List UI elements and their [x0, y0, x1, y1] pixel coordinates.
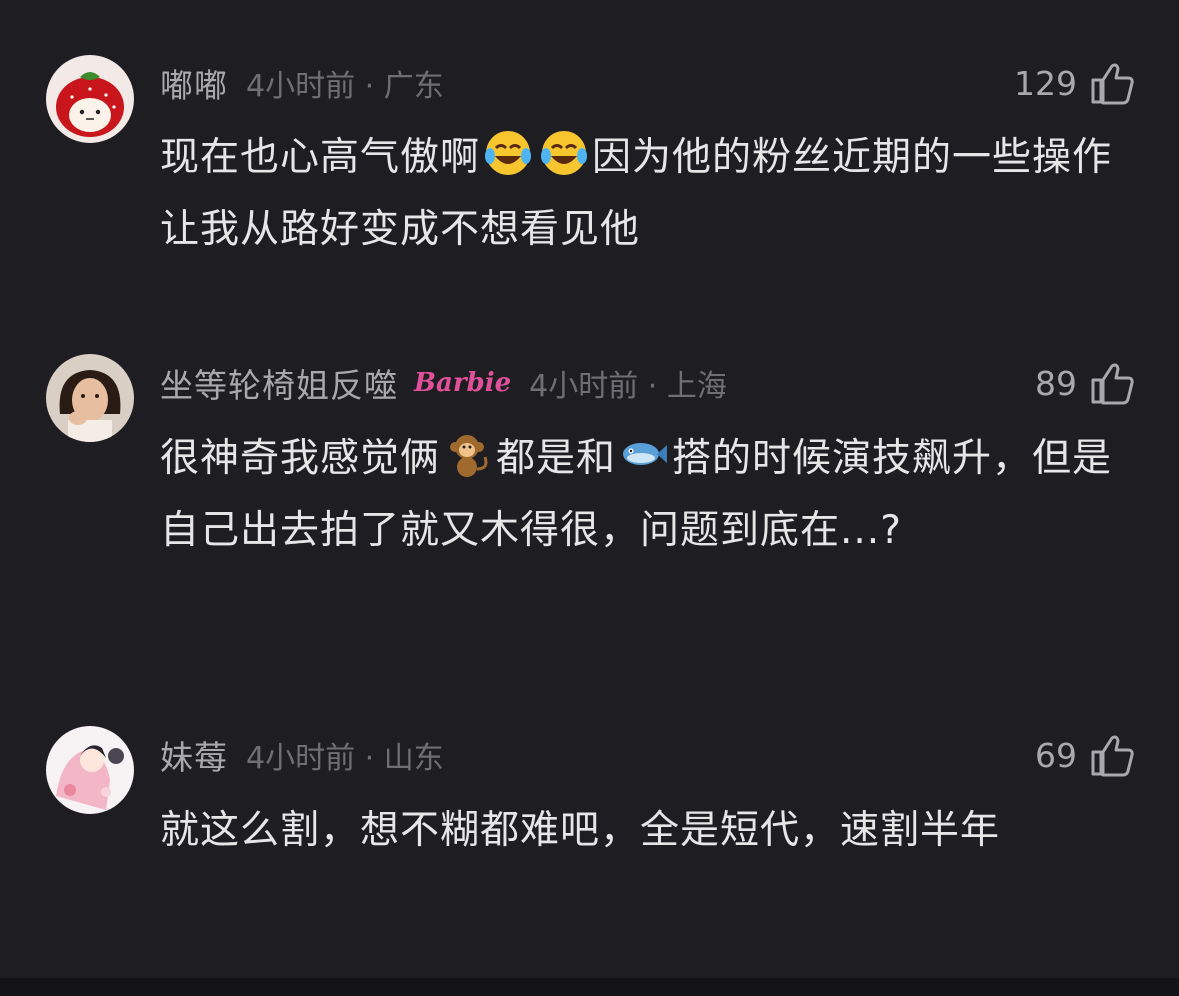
bottom-bar [0, 978, 1179, 996]
like-button[interactable]: 69 [1035, 733, 1135, 777]
like-count: 89 [1035, 363, 1077, 403]
username[interactable]: 坐等轮椅姐反噬 [160, 359, 398, 407]
like-button[interactable]: 129 [1014, 61, 1135, 105]
comment-meta: 嘟嘟 4小时前 · 广东 [160, 61, 444, 105]
time-location: 4小时前 · 上海 [529, 369, 727, 404]
barbie-badge: Barbie [414, 368, 512, 398]
monkey-emoji-icon [443, 429, 493, 479]
comment-text-part: 很神奇我感觉俩 [160, 436, 441, 481]
comment-text: 很神奇我感觉俩 都是和 搭的时候演技飙升，但是自己出去拍了就又木得很，问题到底在… [160, 423, 1120, 567]
comment-text: 就这么割，想不糊都难吧，全是短代，速割半年 [160, 795, 1120, 867]
avatar[interactable] [46, 726, 134, 814]
comment-meta: 坐等轮椅姐反噬 Barbie 4小时前 · 上海 [160, 361, 727, 405]
fish-emoji-icon [619, 429, 669, 479]
time-location: 4小时前 · 山东 [246, 741, 444, 776]
comment-text-part: 就这么割，想不糊都难吧，全是短代，速割半年 [160, 808, 1001, 853]
avatar[interactable] [46, 354, 134, 442]
time-location: 4小时前 · 广东 [246, 69, 444, 104]
tears-of-joy-emoji-icon [483, 128, 533, 178]
comment-text-part: 都是和 [496, 436, 617, 481]
thumbs-up-icon[interactable] [1089, 360, 1135, 406]
comment-text-part: 现在也心高气傲啊 [160, 135, 481, 180]
like-count: 129 [1014, 63, 1077, 103]
thumbs-up-icon[interactable] [1089, 60, 1135, 106]
username[interactable]: 妹莓 [160, 731, 228, 779]
anime-illustration-icon [46, 726, 134, 814]
woman-photo-icon [46, 354, 134, 442]
thumbs-up-icon[interactable] [1089, 732, 1135, 778]
comment-meta: 妹莓 4小时前 · 山东 [160, 733, 444, 777]
avatar[interactable] [46, 55, 134, 143]
tears-of-joy-emoji-icon [539, 128, 589, 178]
like-button[interactable]: 89 [1035, 361, 1135, 405]
username[interactable]: 嘟嘟 [160, 59, 228, 107]
strawberry-hat-icon [46, 55, 134, 143]
comment-text: 现在也心高气傲啊 因为他的粉丝近期的一些操作让我从路好变成不想看见他 [160, 122, 1120, 266]
like-count: 69 [1035, 735, 1077, 775]
